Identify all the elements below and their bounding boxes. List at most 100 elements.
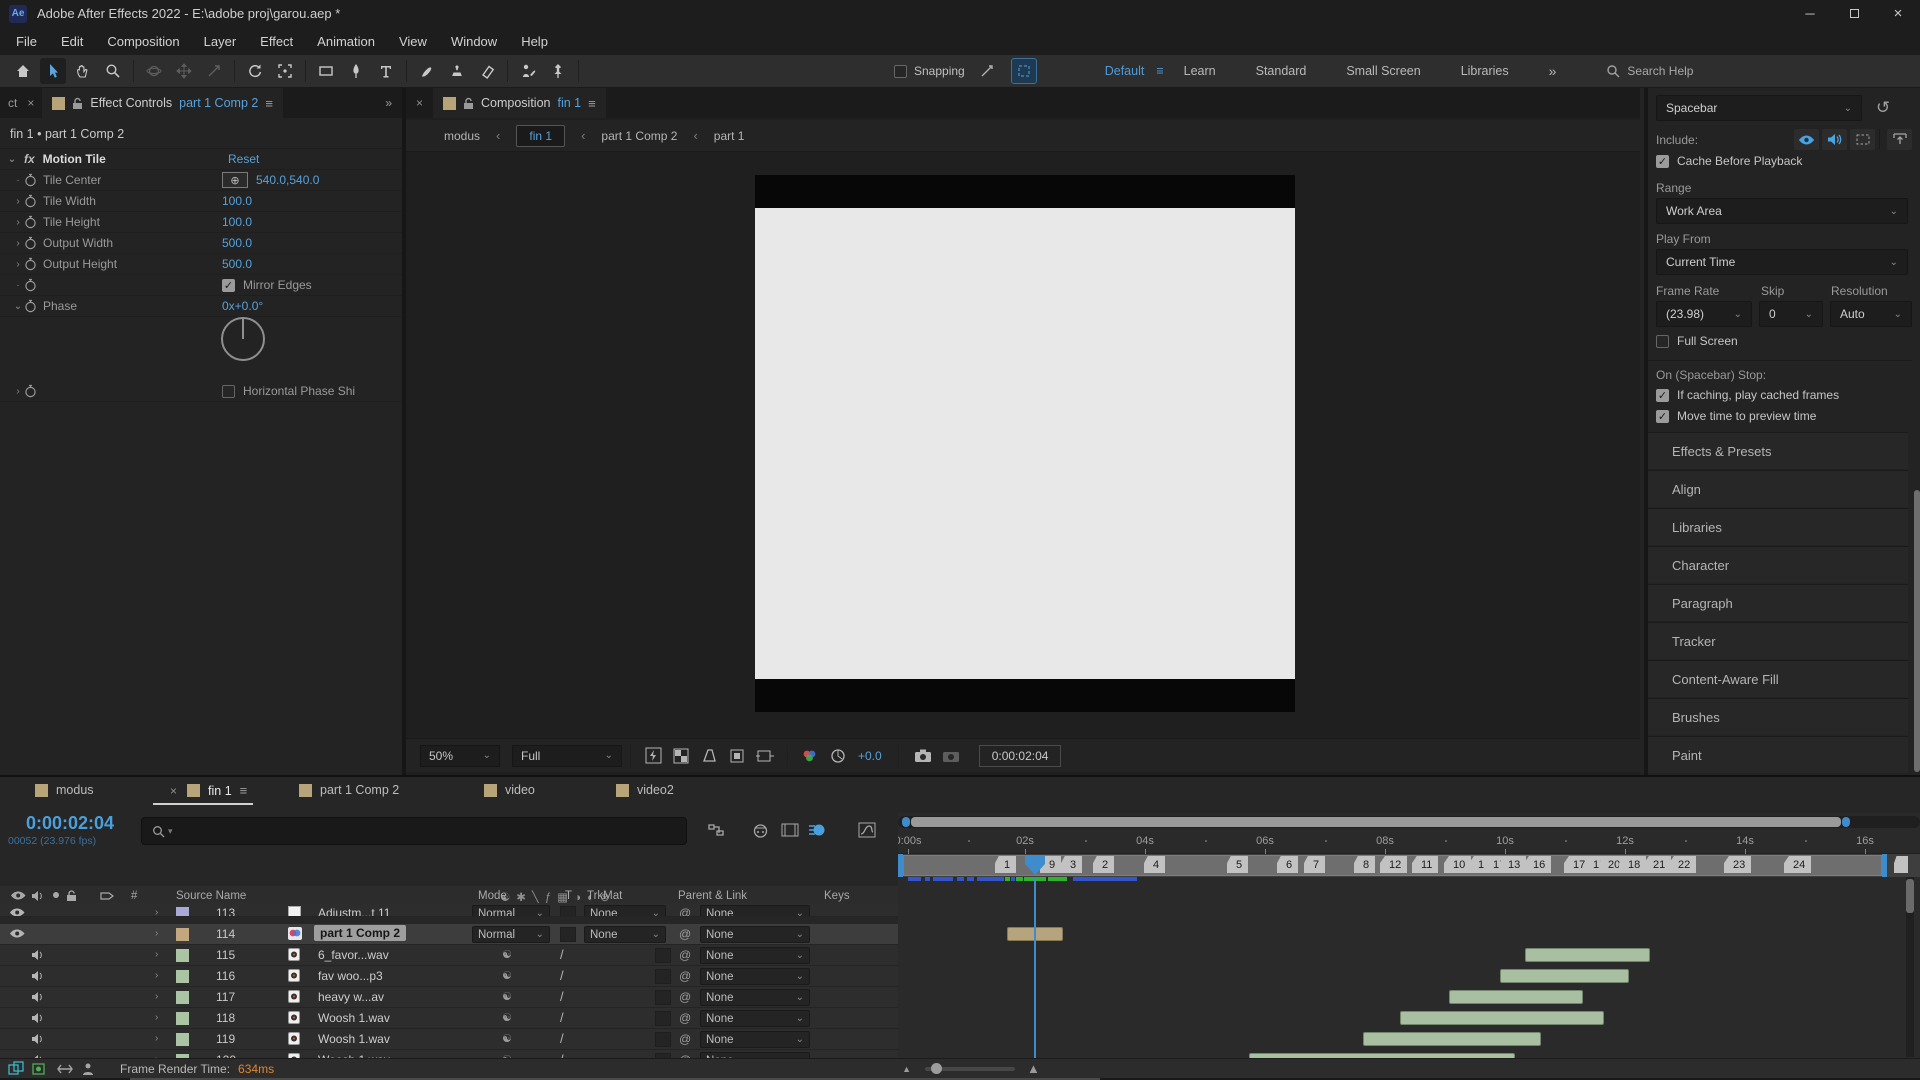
workspace-small-screen[interactable]: Small Screen (1346, 64, 1420, 78)
panel-stack-align[interactable]: Align (1648, 470, 1908, 507)
play-cached-frames-checkbox[interactable]: ✓ (1656, 389, 1669, 402)
panel-stack-paint[interactable]: Paint (1648, 736, 1908, 773)
prop-phase[interactable]: ⌄Phase0x+0.0° (0, 296, 402, 317)
close-button[interactable]: × (1876, 0, 1920, 27)
comp-marker-2[interactable]: 2 (1093, 856, 1114, 873)
breadcrumb-part-1[interactable]: part 1 (714, 129, 745, 143)
layer-row-113[interactable]: ›113Adjustm...t 11☯/fxNormal⌄None⌄@None⌄ (0, 903, 898, 917)
parent-dropdown[interactable]: None⌄ (700, 947, 810, 964)
panel-stack-libraries[interactable]: Libraries (1648, 508, 1908, 545)
move-time-checkbox[interactable]: ✓ (1656, 410, 1669, 423)
panel-menu-icon[interactable]: ≡ (265, 96, 273, 111)
layer-label-swatch[interactable] (176, 991, 189, 1004)
mask-visibility-icon[interactable] (698, 745, 720, 767)
parent-dropdown[interactable]: None⌄ (700, 1031, 810, 1048)
live-update-icon[interactable] (8, 1061, 25, 1076)
reset-preview-icon[interactable]: ↺ (1876, 98, 1890, 118)
comp-marker-10[interactable]: 10 (1444, 856, 1471, 873)
layer-row-117[interactable]: ›117heavy w...av☯/@None⌄ (0, 987, 898, 1008)
parent-dropdown[interactable]: None⌄ (700, 905, 810, 917)
timeline-tab-fin-1[interactable]: ×fin 1≡ (170, 783, 247, 798)
switch-cell[interactable] (655, 1011, 671, 1026)
menu-layer[interactable]: Layer (192, 27, 249, 55)
menu-file[interactable]: File (4, 27, 49, 55)
layer-duration-bar-116[interactable] (1500, 969, 1629, 983)
menu-effect[interactable]: Effect (248, 27, 305, 55)
pickwhip-icon[interactable]: @ (679, 1011, 691, 1025)
layer-label-swatch[interactable] (176, 949, 189, 962)
eraser-tool[interactable] (474, 58, 500, 84)
comp-marker-7[interactable]: 7 (1304, 856, 1325, 873)
timeline-vertical-scrollbar[interactable] (1906, 877, 1914, 1057)
include-audio-icon[interactable] (1822, 129, 1847, 150)
fast-preview-icon[interactable] (642, 745, 664, 767)
include-overlays-icon[interactable] (1850, 129, 1875, 150)
frame-rate-dropdown[interactable]: (23.98)⌄ (1656, 301, 1752, 327)
layer-label-swatch[interactable] (176, 907, 189, 917)
prop-checkbox-row[interactable]: ›Horizontal Phase Shi (0, 381, 402, 402)
shy-switch-icon[interactable]: ☯ (502, 948, 512, 961)
brush-tool[interactable] (414, 58, 440, 84)
expand-layer-icon[interactable]: › (155, 970, 158, 981)
layer-row-114[interactable]: ›114part 1 Comp 2☯/fxNormal⌄None⌄@None⌄ (0, 924, 898, 945)
exposure-value[interactable]: +0.0 (858, 749, 882, 763)
layer-label-swatch[interactable] (176, 970, 189, 983)
panel-overflow-icon[interactable]: » (375, 88, 402, 118)
comp-marker-5[interactable]: 5 (1227, 856, 1248, 873)
project-tab-partial[interactable]: ct (8, 96, 17, 110)
panel-stack-content-aware-fill[interactable]: Content-Aware Fill (1648, 660, 1908, 697)
switch-cell[interactable] (655, 969, 671, 984)
panel-stack-paragraph[interactable]: Paragraph (1648, 584, 1908, 621)
panel-menu-icon[interactable]: ≡ (240, 783, 248, 798)
quality-switch-icon[interactable]: / (560, 1031, 564, 1046)
rotation-tool[interactable] (242, 58, 268, 84)
snapshot-camera-icon[interactable] (912, 745, 934, 767)
play-from-dropdown[interactable]: Current Time⌄ (1656, 249, 1908, 275)
quality-switch-icon[interactable]: / (560, 947, 564, 962)
panel-stack-effects-presets[interactable]: Effects & Presets (1648, 432, 1908, 469)
snap-features-icon[interactable] (1011, 58, 1037, 84)
layer-name[interactable]: Adjustm...t 11 (318, 906, 390, 917)
maximize-button[interactable] (1832, 0, 1876, 27)
layer-name[interactable]: part 1 Comp 2 (314, 925, 406, 941)
timeline-zoom-slider[interactable] (925, 1067, 1015, 1071)
work-area-end[interactable] (1882, 854, 1887, 877)
type-tool[interactable] (373, 58, 399, 84)
dolly-tool[interactable] (201, 58, 227, 84)
layer-duration-bar-117[interactable] (1449, 990, 1583, 1004)
layer-duration-bar-118[interactable] (1400, 1011, 1604, 1025)
layer-eye-icon[interactable] (10, 928, 25, 939)
prop-checkbox-row[interactable]: ·✓Mirror Edges (0, 275, 402, 296)
person-icon[interactable] (81, 1062, 96, 1076)
expand-layer-icon[interactable]: › (155, 949, 158, 960)
workspace-learn[interactable]: Learn (1184, 64, 1216, 78)
layer-name[interactable]: heavy w...av (318, 990, 384, 1004)
layer-name[interactable]: Woosh 1.wav (318, 1011, 390, 1025)
comp-marker-21[interactable]: 21 (1644, 856, 1671, 873)
timeline-search-input[interactable]: ▾ (141, 817, 687, 845)
workspace-libraries[interactable]: Libraries (1461, 64, 1509, 78)
parent-dropdown[interactable]: None⌄ (700, 968, 810, 985)
comp-marker-bin-icon[interactable] (1894, 856, 1908, 873)
layer-row-118[interactable]: ›118Woosh 1.wav☯/@None⌄ (0, 1008, 898, 1029)
layer-label-swatch[interactable] (176, 928, 189, 941)
menu-window[interactable]: Window (439, 27, 509, 55)
shy-switch-icon[interactable]: ☯ (502, 990, 512, 1003)
comp-marker-4[interactable]: 4 (1144, 856, 1165, 873)
time-ruler[interactable]: 0:00s02s04s06s08s10s12s14s16s (898, 830, 1920, 854)
switch-cell[interactable] (655, 990, 671, 1005)
close-tab-icon[interactable]: × (170, 784, 177, 798)
close-tab-icon[interactable]: × (406, 88, 433, 118)
channel-dropdown-icon[interactable] (799, 745, 821, 767)
quality-switch-icon[interactable]: / (560, 968, 564, 983)
parent-dropdown[interactable]: None⌄ (700, 926, 810, 943)
region-of-interest-icon[interactable] (726, 745, 748, 767)
menu-help[interactable]: Help (509, 27, 560, 55)
panel-scrollbar[interactable] (1914, 490, 1920, 772)
magnification-dropdown[interactable]: 50%⌄ (420, 745, 500, 767)
show-snapshot-icon[interactable] (940, 745, 962, 767)
blend-mode-dropdown[interactable]: Normal⌄ (472, 905, 550, 917)
layer-audio-icon[interactable] (31, 949, 45, 961)
orbit-tool[interactable] (141, 58, 167, 84)
parent-dropdown[interactable]: None⌄ (700, 1010, 810, 1027)
